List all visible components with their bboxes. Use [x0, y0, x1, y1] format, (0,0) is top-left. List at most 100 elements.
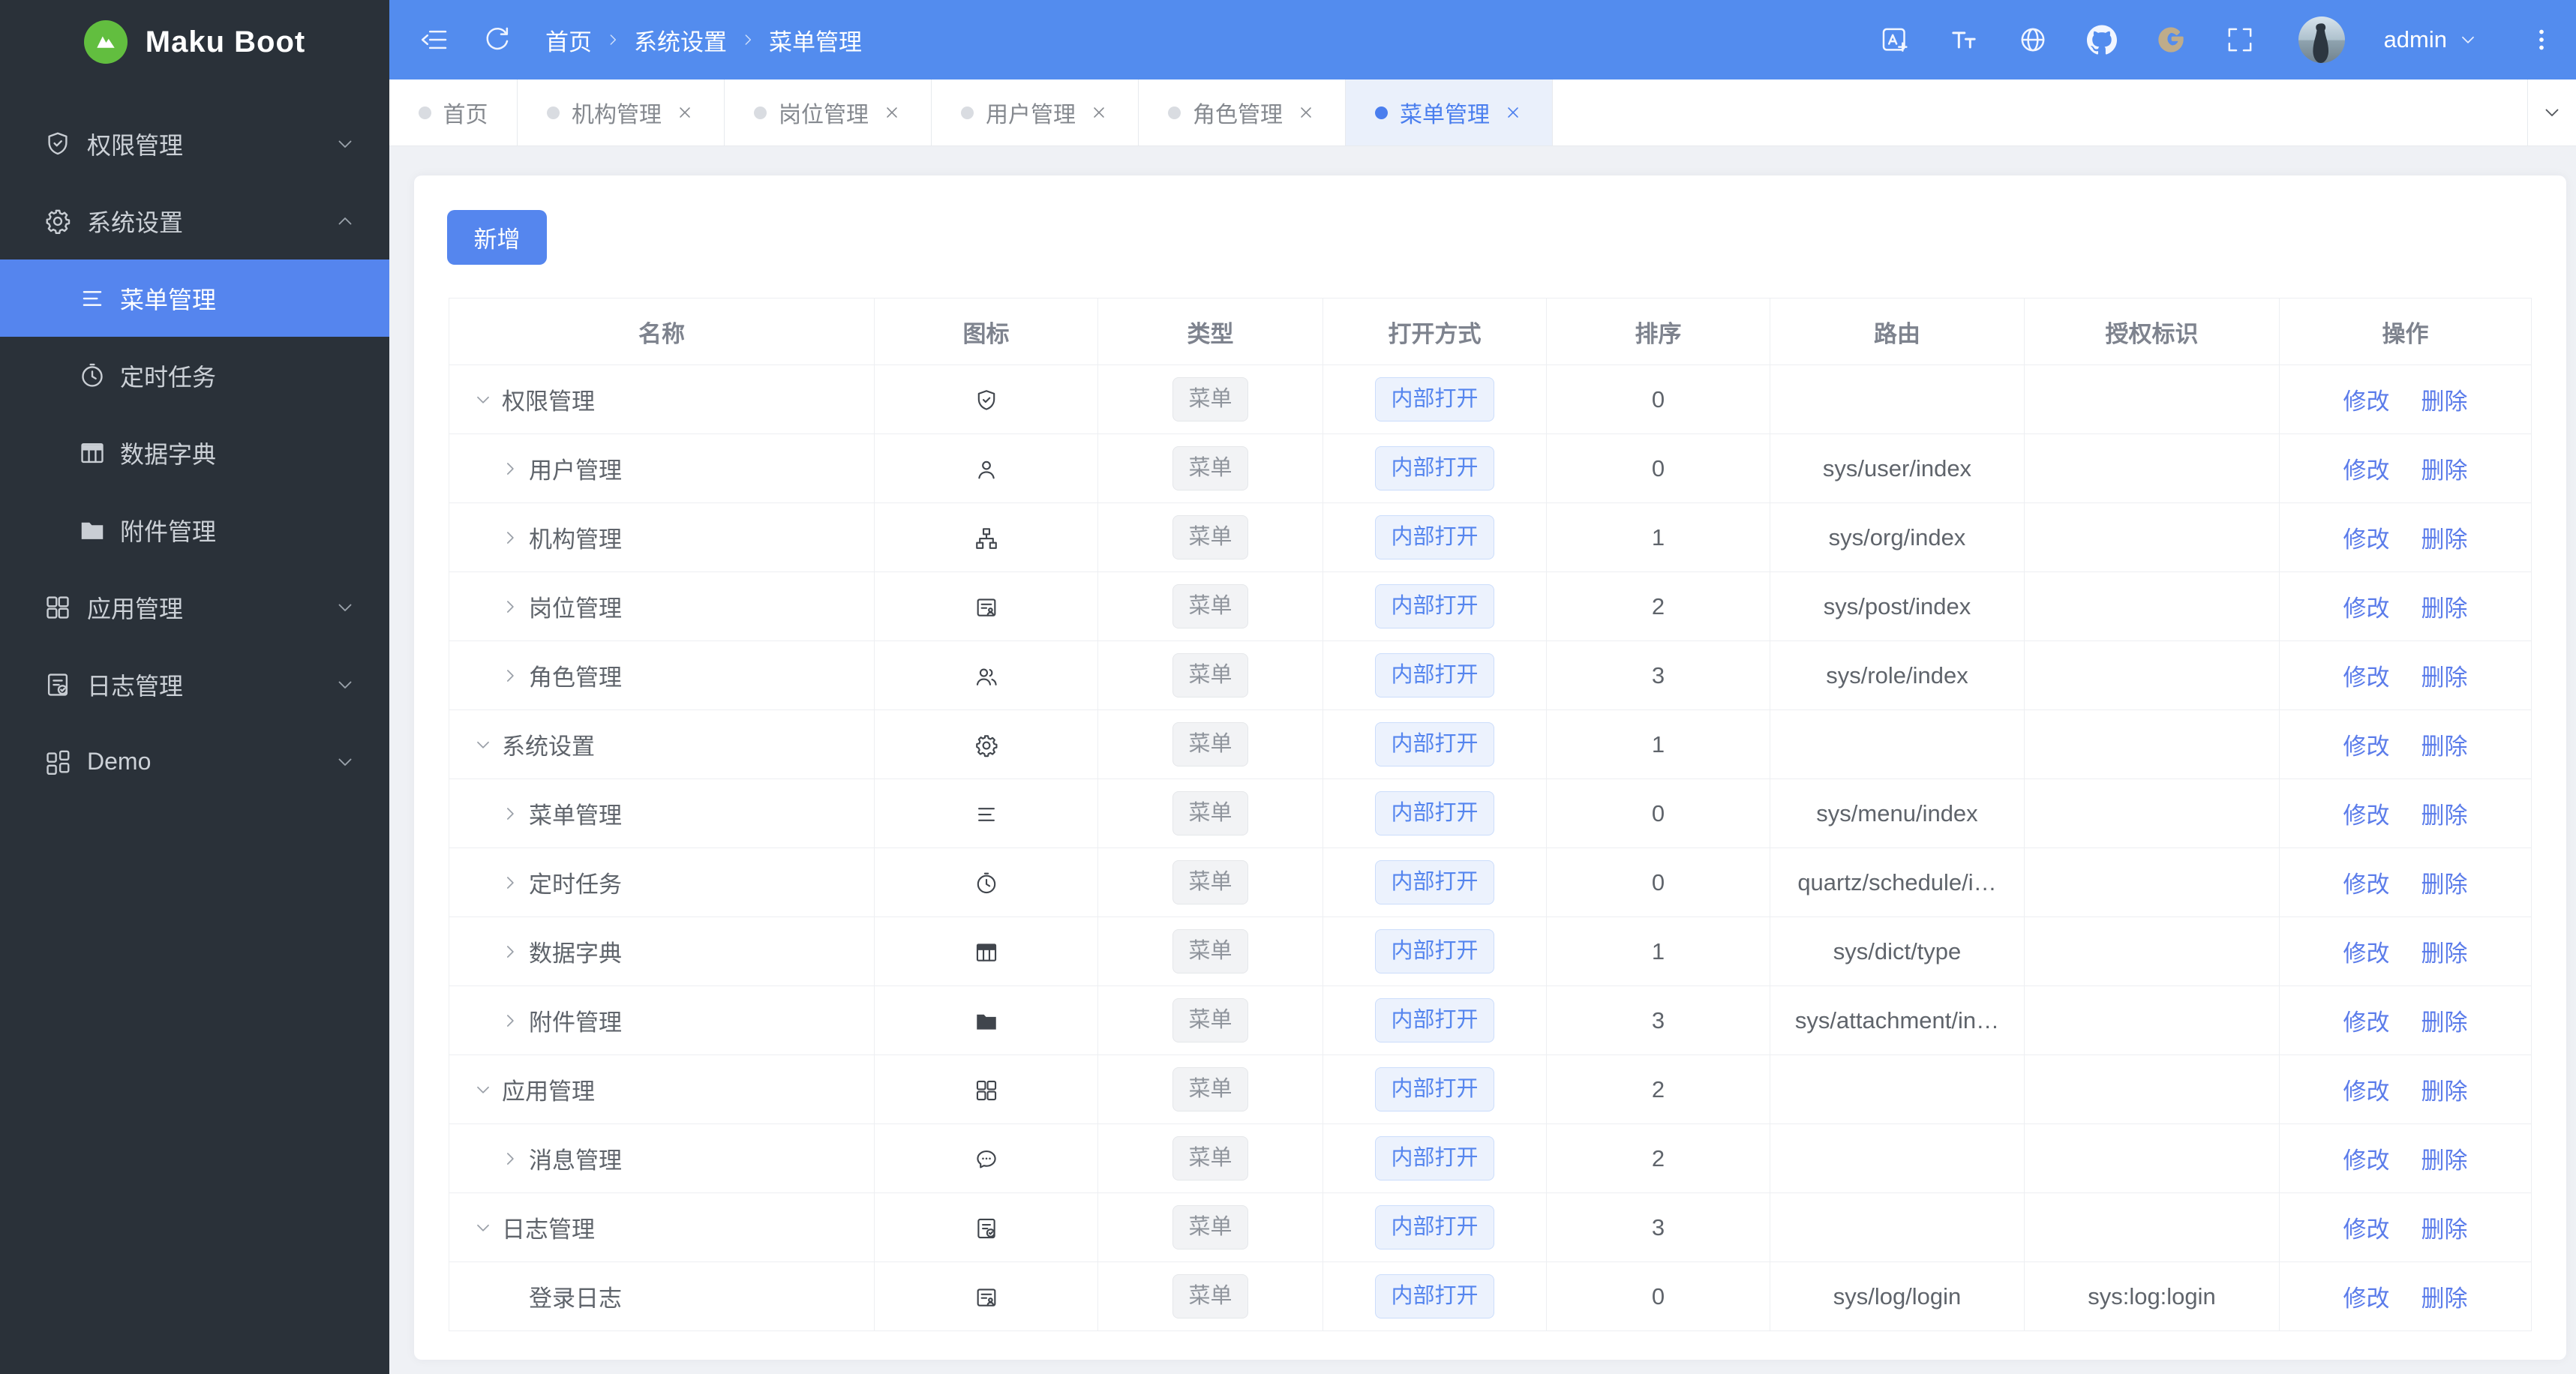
sidebar-item[interactable]: 应用管理: [0, 568, 389, 646]
chevron-right-icon[interactable]: [497, 527, 523, 548]
tab-overflow-button[interactable]: [2527, 80, 2576, 146]
font-size-icon[interactable]: [1949, 25, 1979, 55]
table-row: 附件管理 菜单 内部打开 3 sys/attachment/in… 修改 删除: [449, 986, 2532, 1055]
sidebar-item-label: 日志管理: [87, 672, 184, 700]
open-mode-badge: 内部打开: [1375, 1067, 1494, 1112]
open-tabs: 首页 机构管理 岗位管理 用户管理 角色管理 菜单管理: [389, 80, 2527, 146]
chevron-right-icon[interactable]: [497, 803, 523, 824]
gitee-icon[interactable]: [2156, 25, 2186, 55]
sidebar-item[interactable]: 日志管理: [0, 646, 389, 723]
avatar[interactable]: [2298, 16, 2345, 63]
add-button[interactable]: 新增: [447, 210, 547, 265]
tab[interactable]: 首页: [389, 80, 518, 146]
chevron-right-icon[interactable]: [497, 1148, 523, 1169]
delete-link[interactable]: 删除: [2421, 940, 2468, 967]
tab[interactable]: 菜单管理: [1346, 80, 1553, 146]
delete-link[interactable]: 删除: [2421, 1286, 2468, 1312]
edit-link[interactable]: 修改: [2343, 940, 2390, 967]
refresh-icon[interactable]: [482, 25, 512, 55]
edit-link[interactable]: 修改: [2343, 1078, 2390, 1105]
edit-link[interactable]: 修改: [2343, 664, 2390, 691]
chevron-right-icon[interactable]: [497, 941, 523, 962]
delete-link[interactable]: 删除: [2421, 388, 2468, 415]
edit-link[interactable]: 修改: [2343, 388, 2390, 415]
edit-link[interactable]: 修改: [2343, 802, 2390, 829]
users-icon: [974, 664, 999, 689]
chevron-down-icon[interactable]: [470, 1217, 496, 1238]
sort-value: 2: [1546, 1054, 1770, 1124]
type-badge: 菜单: [1172, 1136, 1248, 1180]
edit-link[interactable]: 修改: [2343, 1286, 2390, 1312]
open-mode-badge: 内部打开: [1375, 446, 1494, 490]
close-icon[interactable]: [1296, 103, 1316, 122]
sidebar-item-label: 应用管理: [87, 595, 184, 622]
delete-link[interactable]: 删除: [2421, 526, 2468, 553]
tab[interactable]: 岗位管理: [725, 80, 932, 146]
topbar: 首页 系统设置 菜单管理 admin: [389, 0, 2576, 80]
chevron-right-icon[interactable]: [497, 596, 523, 617]
badge-icon: [974, 1285, 999, 1310]
close-icon[interactable]: [882, 103, 902, 122]
delete-link[interactable]: 删除: [2421, 872, 2468, 898]
tab[interactable]: 用户管理: [932, 80, 1139, 146]
edit-link[interactable]: 修改: [2343, 1148, 2390, 1174]
edit-link[interactable]: 修改: [2343, 1216, 2390, 1243]
chevron-right-icon[interactable]: [497, 872, 523, 893]
translate-icon[interactable]: [1880, 25, 1910, 55]
open-mode-badge: 内部打开: [1375, 860, 1494, 904]
tab[interactable]: 角色管理: [1139, 80, 1346, 146]
sidebar-item[interactable]: 定时任务: [0, 337, 389, 414]
close-icon[interactable]: [675, 103, 695, 122]
chevron-right-icon[interactable]: [497, 458, 523, 479]
log-check-icon: [974, 1216, 999, 1241]
tab[interactable]: 机构管理: [518, 80, 725, 146]
menu-fold-icon[interactable]: [419, 25, 449, 55]
menu-management-card: 新增 名称 图标 类型 打开方式 排序 路由 授权标识 操作 权限管理 菜单 内部打开 0 修改 删除 …: [414, 176, 2566, 1360]
close-icon[interactable]: [1089, 103, 1109, 122]
edit-link[interactable]: 修改: [2343, 596, 2390, 622]
delete-link[interactable]: 删除: [2421, 1148, 2468, 1174]
close-icon[interactable]: [1503, 103, 1523, 122]
delete-link[interactable]: 删除: [2421, 802, 2468, 829]
delete-link[interactable]: 删除: [2421, 596, 2468, 622]
chevron-down-icon[interactable]: [470, 1079, 496, 1100]
dict-table-icon: [78, 439, 107, 467]
github-icon[interactable]: [2086, 25, 2117, 55]
chevron-right-icon[interactable]: [497, 1010, 523, 1031]
tab-dot: [1375, 106, 1388, 119]
delete-link[interactable]: 删除: [2421, 1216, 2468, 1243]
chevron-down-icon[interactable]: [470, 389, 496, 410]
chevron-right-icon[interactable]: [497, 665, 523, 686]
menu-name: 定时任务: [529, 872, 622, 898]
menu-name: 日志管理: [502, 1216, 595, 1243]
kebab-icon[interactable]: [2528, 26, 2555, 53]
sidebar-item[interactable]: Demo: [0, 723, 389, 800]
chevron-down-icon[interactable]: [470, 734, 496, 755]
sidebar-item[interactable]: 菜单管理: [0, 260, 389, 337]
globe-icon[interactable]: [2018, 25, 2048, 55]
edit-link[interactable]: 修改: [2343, 1010, 2390, 1036]
sidebar-item[interactable]: 数据字典: [0, 414, 389, 491]
sidebar-item[interactable]: 权限管理: [0, 105, 389, 182]
breadcrumb-item[interactable]: 系统设置: [634, 23, 727, 57]
delete-link[interactable]: 删除: [2421, 458, 2468, 484]
edit-link[interactable]: 修改: [2343, 872, 2390, 898]
sidebar-item[interactable]: 系统设置: [0, 182, 389, 260]
edit-link[interactable]: 修改: [2343, 526, 2390, 553]
edit-link[interactable]: 修改: [2343, 458, 2390, 484]
table-row: 定时任务 菜单 内部打开 0 quartz/schedule/i… 修改 删除: [449, 848, 2532, 917]
sidebar-item[interactable]: 附件管理: [0, 491, 389, 568]
route-value: sys/post/index: [1770, 572, 2025, 641]
menu-name: 菜单管理: [529, 802, 622, 829]
delete-link[interactable]: 删除: [2421, 664, 2468, 691]
breadcrumb-item[interactable]: 首页: [545, 23, 592, 57]
perm-value: [2024, 848, 2280, 917]
delete-link[interactable]: 删除: [2421, 1010, 2468, 1036]
user-menu[interactable]: admin: [2384, 26, 2478, 53]
fullscreen-icon[interactable]: [2225, 25, 2255, 55]
delete-link[interactable]: 删除: [2421, 1078, 2468, 1105]
tab-label: 机构管理: [572, 103, 662, 128]
edit-link[interactable]: 修改: [2343, 734, 2390, 760]
delete-link[interactable]: 删除: [2421, 734, 2468, 760]
breadcrumb-item[interactable]: 菜单管理: [769, 23, 862, 57]
